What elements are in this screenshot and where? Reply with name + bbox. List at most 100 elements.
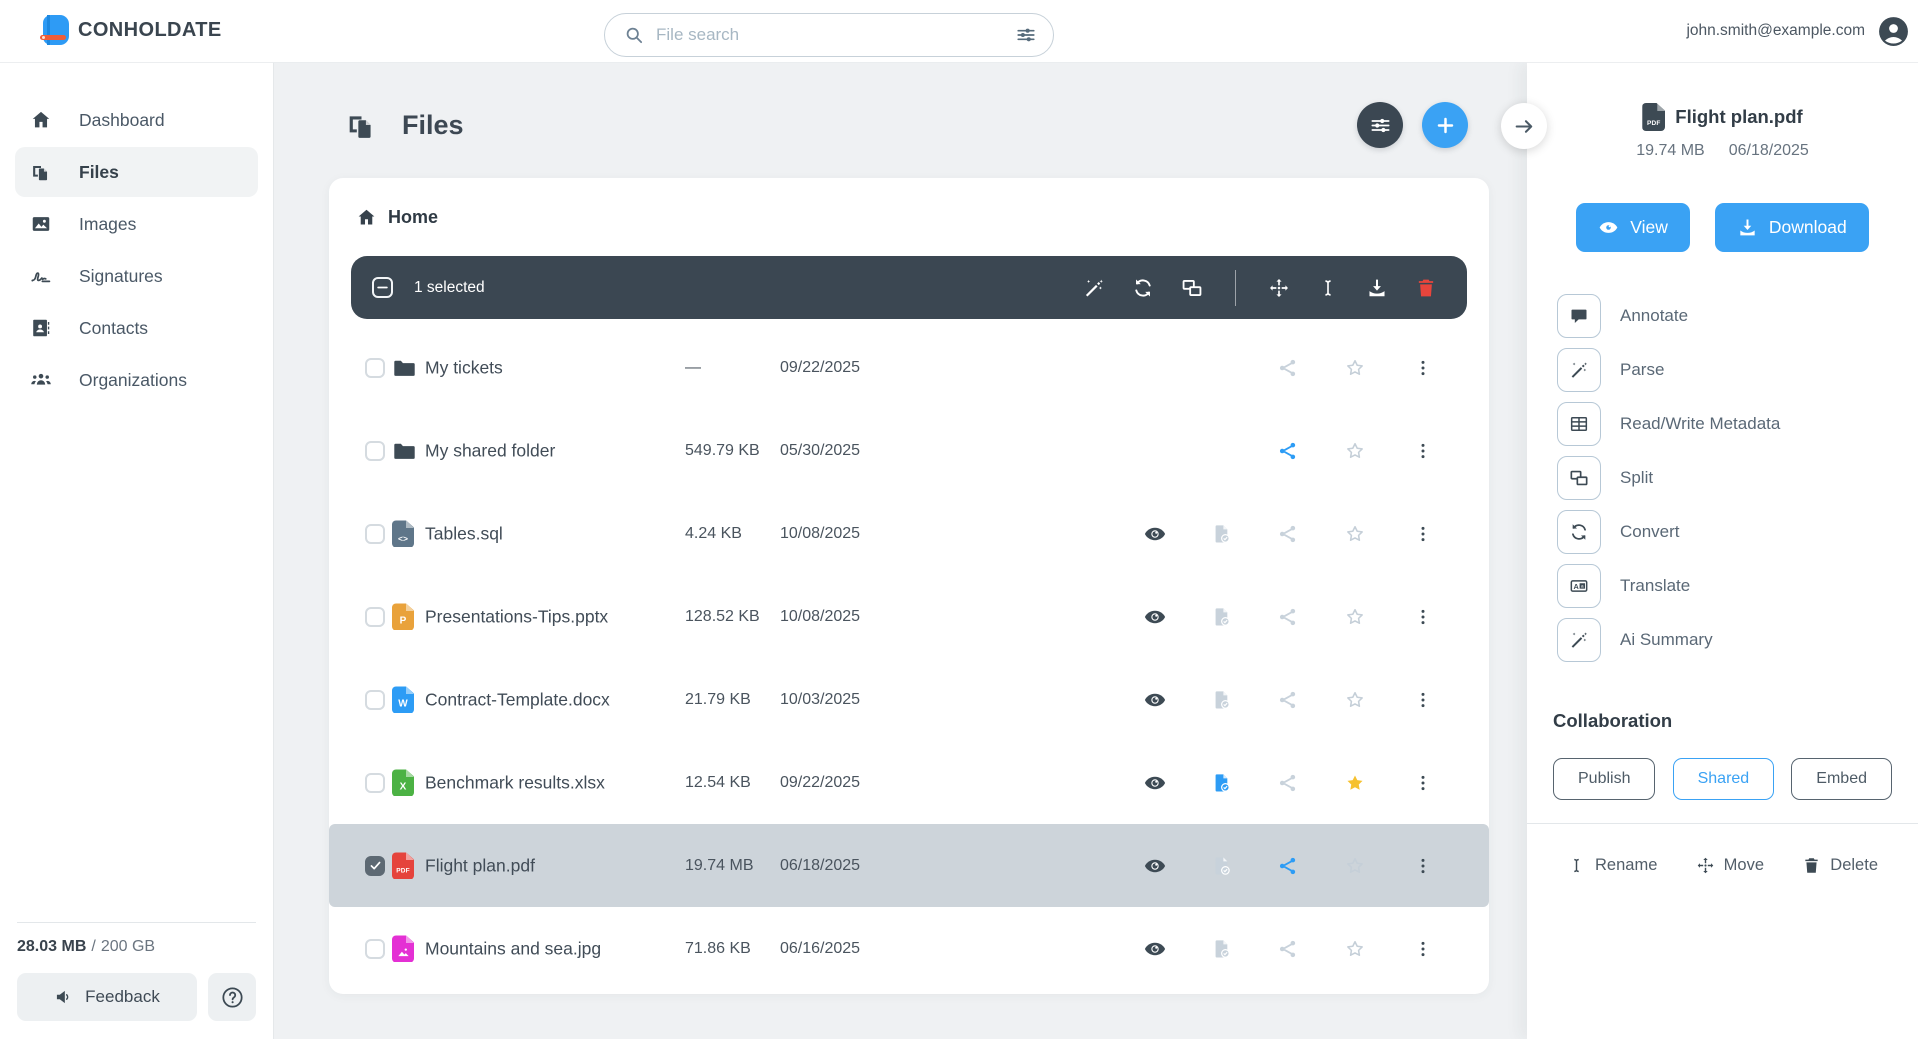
preview-button[interactable] (1141, 686, 1169, 714)
share-button[interactable] (1274, 935, 1302, 963)
action-ai-summary[interactable]: Ai Summary (1557, 618, 1918, 662)
brand-logo[interactable]: CONHOLDATE (40, 14, 222, 46)
select-all-checkbox[interactable] (372, 277, 393, 298)
file-search-bar[interactable] (604, 13, 1054, 57)
star-button[interactable] (1341, 852, 1369, 880)
file-row[interactable]: Mountains and sea.jpg71.86 KB06/16/2025 (329, 907, 1489, 990)
star-button[interactable] (1341, 686, 1369, 714)
search-input[interactable] (656, 25, 1003, 45)
row-menu-button[interactable] (1409, 686, 1437, 714)
toolbar-rename-button[interactable] (1317, 277, 1339, 299)
collapse-panel-button[interactable] (1501, 103, 1547, 149)
star-button[interactable] (1341, 437, 1369, 465)
file-check-icon[interactable] (1208, 686, 1236, 714)
share-button[interactable] (1274, 852, 1302, 880)
action-read-write-metadata[interactable]: Read/Write Metadata (1557, 402, 1918, 446)
file-check-icon[interactable] (1208, 935, 1236, 963)
sidebar-item-dashboard[interactable]: Dashboard (15, 95, 258, 145)
row-checkbox[interactable] (365, 607, 385, 627)
file-name[interactable]: Benchmark results.xlsx (425, 772, 605, 793)
action-split[interactable]: Split (1557, 456, 1918, 500)
row-menu-button[interactable] (1409, 354, 1437, 382)
toolbar-split-button[interactable] (1181, 277, 1203, 299)
file-name[interactable]: Presentations-Tips.pptx (425, 606, 608, 627)
share-button[interactable] (1274, 603, 1302, 631)
share-button[interactable] (1274, 686, 1302, 714)
file-row[interactable]: <>Tables.sql4.24 KB10/08/2025 (329, 492, 1489, 575)
file-name[interactable]: Flight plan.pdf (425, 855, 535, 876)
file-row[interactable]: PDFFlight plan.pdf19.74 MB06/18/2025 (329, 824, 1489, 907)
row-checkbox[interactable] (365, 690, 385, 710)
file-name[interactable]: My shared folder (425, 440, 555, 461)
row-menu-button[interactable] (1409, 935, 1437, 963)
row-menu-button[interactable] (1409, 769, 1437, 797)
row-menu-button[interactable] (1409, 852, 1437, 880)
toolbar-move-button[interactable] (1268, 277, 1290, 299)
search-filter-icon[interactable] (1015, 24, 1037, 46)
row-menu-button[interactable] (1409, 603, 1437, 631)
action-parse[interactable]: Parse (1557, 348, 1918, 392)
preview-button[interactable] (1141, 603, 1169, 631)
avatar[interactable] (1877, 15, 1910, 48)
feedback-button[interactable]: Feedback (17, 973, 197, 1021)
star-button[interactable] (1341, 769, 1369, 797)
row-checkbox[interactable] (365, 773, 385, 793)
row-menu-button[interactable] (1409, 437, 1437, 465)
file-row[interactable]: XBenchmark results.xlsx12.54 KB09/22/202… (329, 741, 1489, 824)
breadcrumb[interactable]: Home (329, 178, 438, 256)
star-button[interactable] (1341, 354, 1369, 382)
toolbar-wand-button[interactable] (1083, 277, 1105, 299)
delete-button[interactable]: Delete (1802, 856, 1878, 875)
sidebar-item-files[interactable]: Files (15, 147, 258, 197)
action-translate[interactable]: AaTranslate (1557, 564, 1918, 608)
add-new-button[interactable] (1422, 102, 1468, 148)
preview-button[interactable] (1141, 852, 1169, 880)
file-check-icon[interactable] (1208, 769, 1236, 797)
sidebar-item-images[interactable]: Images (15, 199, 258, 249)
publish-button[interactable]: Publish (1553, 758, 1655, 800)
toolbar-delete-button[interactable] (1415, 277, 1437, 299)
sidebar-item-contacts[interactable]: Contacts (15, 303, 258, 353)
preview-button[interactable] (1141, 769, 1169, 797)
share-button[interactable] (1274, 520, 1302, 548)
view-settings-button[interactable] (1357, 102, 1403, 148)
toolbar-download-button[interactable] (1366, 277, 1388, 299)
file-check-icon[interactable] (1208, 520, 1236, 548)
file-check-icon[interactable] (1208, 852, 1236, 880)
shared-button[interactable]: Shared (1673, 758, 1775, 800)
move-button[interactable]: Move (1696, 856, 1764, 875)
sidebar-item-organizations[interactable]: Organizations (15, 355, 258, 405)
file-row[interactable]: WContract-Template.docx21.79 KB10/03/202… (329, 658, 1489, 741)
help-button[interactable] (208, 973, 256, 1021)
row-checkbox[interactable] (365, 524, 385, 544)
rename-button[interactable]: Rename (1567, 856, 1657, 875)
row-checkbox[interactable] (365, 856, 385, 876)
star-button[interactable] (1341, 935, 1369, 963)
file-name[interactable]: Contract-Template.docx (425, 689, 610, 710)
toolbar-convert-button[interactable] (1132, 277, 1154, 299)
file-name[interactable]: Tables.sql (425, 523, 503, 544)
folder-row[interactable]: My tickets—09/22/2025 (329, 326, 1489, 409)
folder-row[interactable]: My shared folder549.79 KB05/30/2025 (329, 409, 1489, 492)
preview-button[interactable] (1141, 935, 1169, 963)
download-button[interactable]: Download (1715, 203, 1869, 252)
action-annotate[interactable]: Annotate (1557, 294, 1918, 338)
row-menu-button[interactable] (1409, 520, 1437, 548)
view-button[interactable]: View (1576, 203, 1690, 252)
file-name[interactable]: My tickets (425, 357, 503, 378)
share-button[interactable] (1274, 769, 1302, 797)
row-checkbox[interactable] (365, 358, 385, 378)
file-row[interactable]: PPresentations-Tips.pptx128.52 KB10/08/2… (329, 575, 1489, 658)
file-check-icon[interactable] (1208, 603, 1236, 631)
preview-button[interactable] (1141, 520, 1169, 548)
star-button[interactable] (1341, 520, 1369, 548)
star-button[interactable] (1341, 603, 1369, 631)
row-checkbox[interactable] (365, 441, 385, 461)
row-checkbox[interactable] (365, 939, 385, 959)
share-button[interactable] (1274, 437, 1302, 465)
sidebar-item-signatures[interactable]: Signatures (15, 251, 258, 301)
embed-button[interactable]: Embed (1791, 758, 1892, 800)
share-button[interactable] (1274, 354, 1302, 382)
file-name[interactable]: Mountains and sea.jpg (425, 938, 601, 959)
action-convert[interactable]: Convert (1557, 510, 1918, 554)
